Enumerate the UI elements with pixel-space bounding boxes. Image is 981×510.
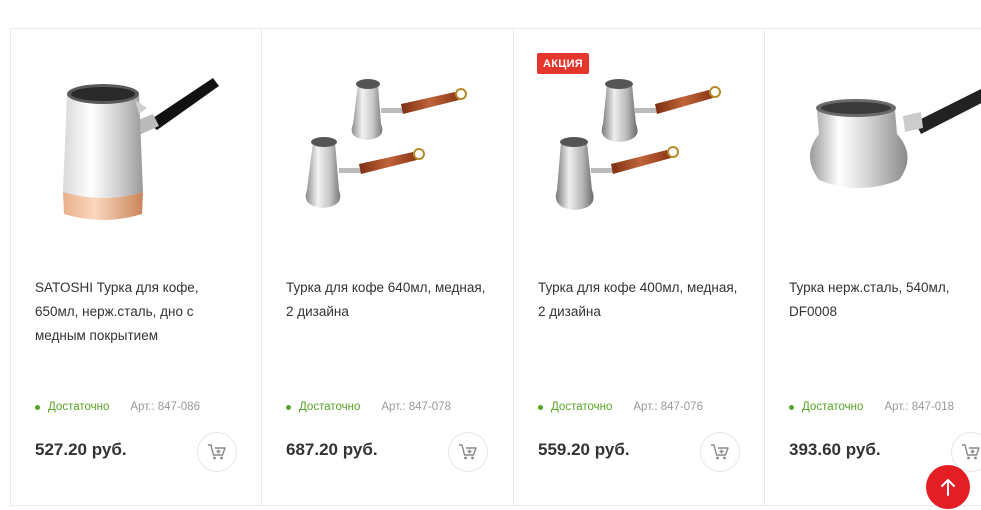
product-meta: Достаточно Арт.: 847-018: [789, 401, 981, 413]
product-image[interactable]: [11, 49, 263, 249]
product-card[interactable]: Турка для кофе 640мл, медная, 2 дизайна …: [261, 29, 514, 505]
cart-plus-icon: [711, 444, 729, 460]
arrow-up-icon: [941, 479, 955, 496]
cezve-steel-image: [63, 78, 219, 220]
product-card[interactable]: SATOSHI Турка для кофе, 650мл, нерж.стал…: [10, 29, 263, 505]
product-image[interactable]: [765, 49, 981, 249]
product-title[interactable]: SATOSHI Турка для кофе, 650мл, нерж.стал…: [35, 276, 240, 348]
product-title[interactable]: Турка для кофе 640мл, медная, 2 дизайна: [286, 276, 491, 324]
cezve-copper-set-image: [305, 79, 467, 208]
stock-status-dot: [538, 404, 543, 410]
scroll-to-top-button[interactable]: [926, 465, 970, 509]
product-card[interactable]: АКЦИЯ Турка для кофе 400мл, медная, 2 ди…: [513, 29, 766, 505]
add-to-cart-button[interactable]: [700, 432, 740, 472]
article-number: Арт.: 847-078: [381, 401, 451, 413]
cart-plus-icon: [208, 444, 226, 460]
product-image[interactable]: [262, 49, 514, 249]
stock-status-dot: [286, 404, 291, 410]
product-price: 527.20 руб.: [35, 440, 127, 459]
product-price: 393.60 руб.: [789, 440, 881, 459]
product-card[interactable]: Турка нерж.сталь, 540мл, DF0008 Достаточ…: [764, 29, 981, 505]
article-number: Арт.: 847-076: [633, 401, 703, 413]
product-meta: Достаточно Арт.: 847-086: [35, 401, 255, 413]
product-price: 687.20 руб.: [286, 440, 378, 459]
product-title[interactable]: Турка нерж.сталь, 540мл, DF0008: [789, 276, 981, 324]
cart-plus-icon: [962, 444, 980, 460]
stock-status: Достаточно: [802, 401, 864, 413]
product-meta: Достаточно Арт.: 847-076: [538, 401, 758, 413]
stock-status: Достаточно: [551, 401, 613, 413]
product-title[interactable]: Турка для кофе 400мл, медная, 2 дизайна: [538, 276, 743, 324]
product-carousel: SATOSHI Турка для кофе, 650мл, нерж.стал…: [10, 28, 981, 506]
stock-status-dot: [35, 404, 40, 410]
stock-status-dot: [789, 404, 794, 410]
article-number: Арт.: 847-086: [130, 401, 200, 413]
stock-status: Достаточно: [48, 401, 110, 413]
stock-status: Достаточно: [299, 401, 361, 413]
product-image[interactable]: [514, 49, 766, 249]
cezve-copper-set-image: [555, 79, 721, 210]
add-to-cart-button[interactable]: [197, 432, 237, 472]
cezve-steel-image: [810, 89, 981, 188]
product-price: 559.20 руб.: [538, 440, 630, 459]
cart-plus-icon: [459, 444, 477, 460]
article-number: Арт.: 847-018: [884, 401, 954, 413]
add-to-cart-button[interactable]: [448, 432, 488, 472]
product-meta: Достаточно Арт.: 847-078: [286, 401, 506, 413]
